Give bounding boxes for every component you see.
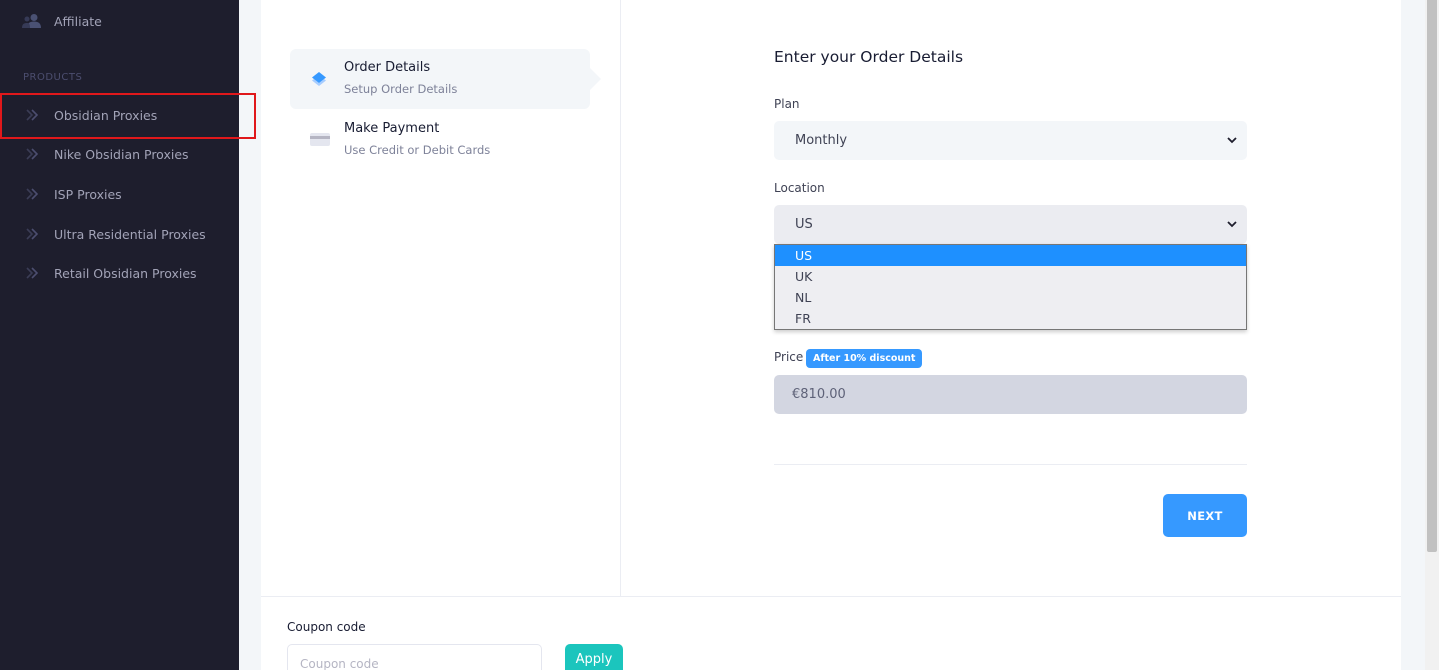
location-select[interactable]: US xyxy=(774,205,1247,244)
location-option-uk[interactable]: UK xyxy=(775,266,1246,287)
chevron-double-right-icon xyxy=(22,105,42,125)
price-field: €810.00 xyxy=(774,375,1247,414)
step-subtitle: Setup Order Details xyxy=(344,82,458,96)
sidebar-item-isp-proxies[interactable]: ISP Proxies xyxy=(0,175,239,213)
step-title: Make Payment xyxy=(344,121,440,136)
location-option-fr[interactable]: FR xyxy=(775,308,1246,329)
users-icon xyxy=(22,11,42,31)
location-select-value: US xyxy=(795,217,813,232)
location-option-nl[interactable]: NL xyxy=(775,287,1246,308)
chevron-double-right-icon xyxy=(22,144,42,164)
chevron-down-icon xyxy=(1226,134,1238,146)
sidebar: Affiliate PRODUCTS Obsidian Proxies Nike… xyxy=(0,0,239,670)
wizard-divider-horizontal xyxy=(261,596,1401,597)
step-make-payment[interactable]: Make Payment Use Credit or Debit Cards xyxy=(290,110,590,170)
step-order-details[interactable]: Order Details Setup Order Details xyxy=(290,49,590,109)
discount-badge: After 10% discount xyxy=(806,349,923,368)
sidebar-item-label: Ultra Residential Proxies xyxy=(54,226,206,242)
sidebar-item-label: ISP Proxies xyxy=(54,186,122,202)
location-label: Location xyxy=(774,181,825,195)
sidebar-section-title: PRODUCTS xyxy=(23,72,83,83)
form-title: Enter your Order Details xyxy=(774,48,964,66)
sidebar-item-nike-obsidian-proxies[interactable]: Nike Obsidian Proxies xyxy=(0,135,239,173)
scrollbar-thumb[interactable] xyxy=(1427,0,1437,552)
wizard-divider-vertical xyxy=(620,0,621,596)
step-subtitle: Use Credit or Debit Cards xyxy=(344,143,491,157)
chevron-double-right-icon xyxy=(22,184,42,204)
plan-label: Plan xyxy=(774,97,800,111)
step-active-arrow xyxy=(590,68,601,90)
location-option-us[interactable]: US xyxy=(775,245,1246,266)
form-separator xyxy=(774,464,1247,465)
sidebar-item-label: Affiliate xyxy=(54,13,102,29)
step-title: Order Details xyxy=(344,60,431,75)
chevron-double-right-icon xyxy=(22,224,42,244)
layers-icon xyxy=(310,70,328,88)
sidebar-item-label: Retail Obsidian Proxies xyxy=(54,265,197,281)
plan-select[interactable]: Monthly xyxy=(774,121,1247,160)
plan-select-value: Monthly xyxy=(795,133,848,148)
chevron-double-right-icon xyxy=(22,263,42,283)
credit-card-icon xyxy=(310,131,330,149)
sidebar-item-label: Obsidian Proxies xyxy=(54,107,158,123)
chevron-down-icon xyxy=(1226,218,1238,230)
coupon-input[interactable] xyxy=(287,644,542,670)
price-label: Price xyxy=(774,350,804,364)
location-dropdown: US UK NL FR xyxy=(774,244,1247,330)
sidebar-item-retail-obsidian-proxies[interactable]: Retail Obsidian Proxies xyxy=(0,254,239,292)
sidebar-item-label: Nike Obsidian Proxies xyxy=(54,146,189,162)
sidebar-item-ultra-residential-proxies[interactable]: Ultra Residential Proxies xyxy=(0,215,239,253)
sidebar-item-affiliate[interactable]: Affiliate xyxy=(0,2,239,40)
sidebar-item-obsidian-proxies[interactable]: Obsidian Proxies xyxy=(0,96,239,134)
coupon-label: Coupon code xyxy=(287,620,366,634)
next-button[interactable]: NEXT xyxy=(1163,494,1247,537)
apply-button[interactable]: Apply xyxy=(565,644,623,670)
